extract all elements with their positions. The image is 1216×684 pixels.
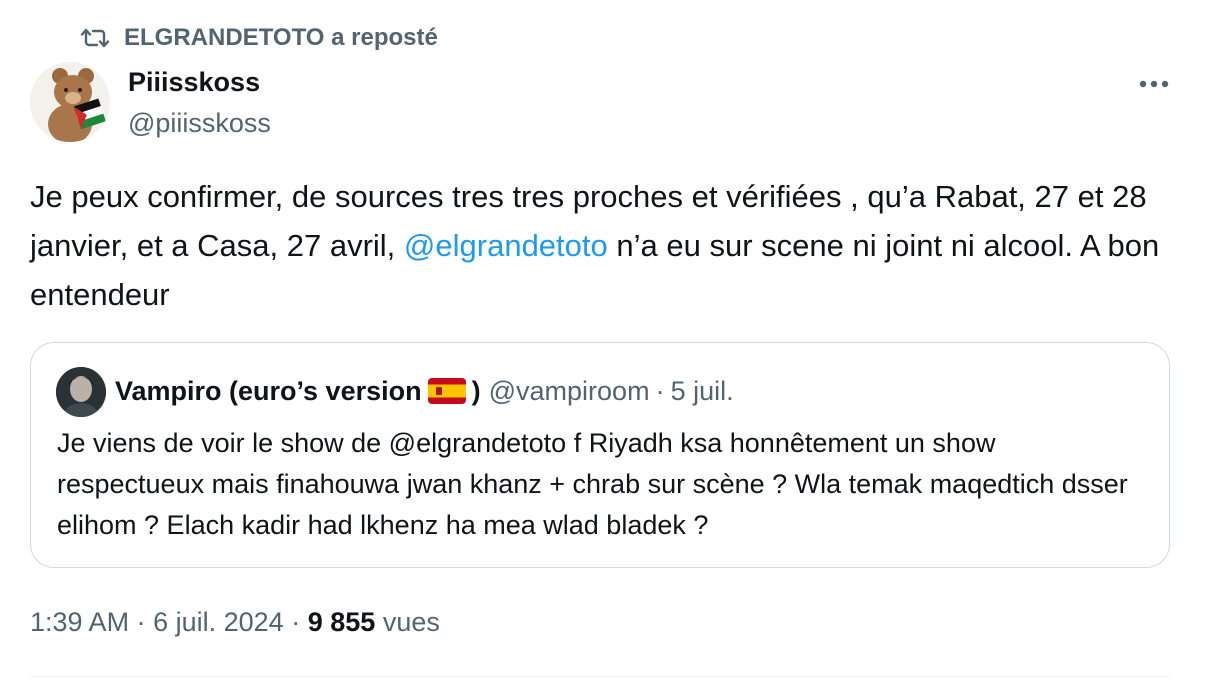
repost-header[interactable]: ELGRANDETOTO a reposté <box>80 22 438 54</box>
tweet-meta: 1:39 AM · 6 juil. 2024 · 9 855 vues <box>30 604 440 640</box>
quote-text: Je viens de voir le show de @elgrandetot… <box>57 428 1128 540</box>
tweet-date[interactable]: 6 juil. 2024 <box>153 607 284 637</box>
quote-avatar[interactable] <box>56 367 106 417</box>
quote-time[interactable]: 5 juil. <box>671 376 734 407</box>
quote-author-handle[interactable]: @vampiroom <box>489 376 650 407</box>
quote-author-name-end: ) <box>471 375 481 406</box>
author-avatar[interactable] <box>30 62 110 142</box>
quote-author-name[interactable]: Vampiro (euro’s version <box>115 376 422 407</box>
repost-icon <box>80 26 110 50</box>
tweet-time[interactable]: 1:39 AM <box>30 607 129 637</box>
divider <box>30 676 1170 677</box>
repost-label: ELGRANDETOTO a reposté <box>124 24 438 51</box>
spain-flag-icon <box>427 378 466 404</box>
more-options-button[interactable] <box>1134 68 1174 100</box>
author-handle[interactable]: @piiisskoss <box>128 105 271 141</box>
quote-header: Vampiro (euro’s version ) @vampiroom · 5… <box>115 373 734 409</box>
quote-separator: · <box>655 375 665 406</box>
views-label: vues <box>382 607 440 637</box>
views-count: 9 855 <box>307 607 376 637</box>
meta-separator: · <box>136 607 146 637</box>
author-name[interactable]: Piiisskoss <box>128 64 260 100</box>
tweet-text: Je peux confirmer, de sources tres tres … <box>30 172 1190 319</box>
more-icon <box>1139 75 1169 93</box>
quoted-tweet[interactable]: Vampiro (euro’s version ) @vampiroom · 5… <box>30 342 1170 568</box>
meta-separator: · <box>291 607 301 637</box>
mention-link[interactable]: @elgrandetoto <box>404 228 608 263</box>
